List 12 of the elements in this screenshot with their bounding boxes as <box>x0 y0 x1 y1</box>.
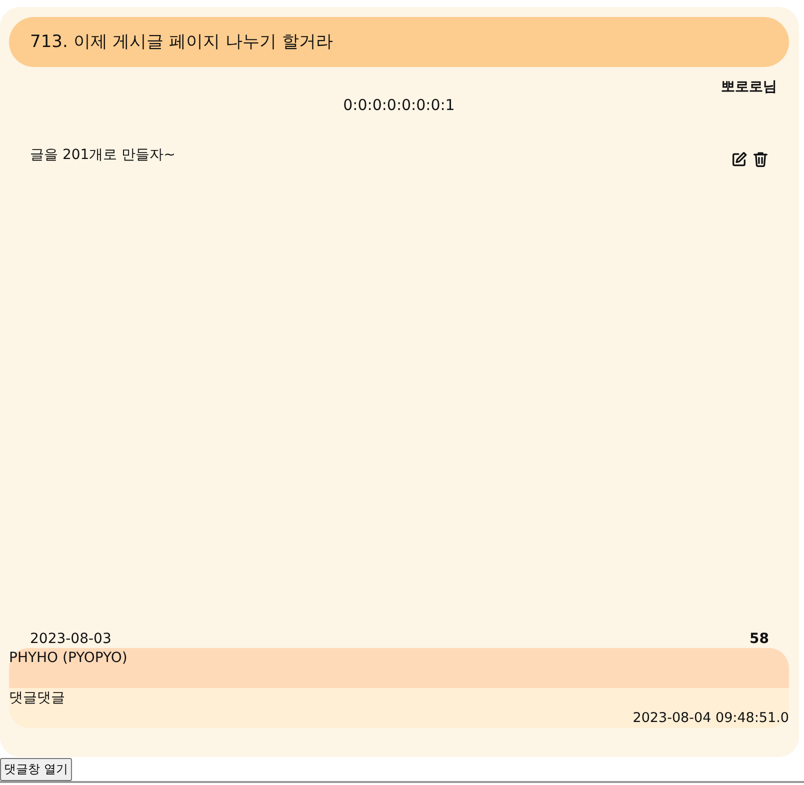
comment-date: 2023-08-04 09:48:51.0 <box>632 709 789 728</box>
comment-text: 댓글댓글 <box>9 689 65 708</box>
post-title: 713. 이제 게시글 페이지 나누기 할거라 <box>9 17 789 67</box>
edit-icon[interactable] <box>732 152 747 167</box>
post-date: 2023-08-03 <box>30 630 112 648</box>
post-content: 글을 201개로 만들자~ <box>30 146 176 164</box>
post-ip-address: 0:0:0:0:0:0:0:1 <box>342 96 456 114</box>
post-author: 뽀로로님 <box>720 78 778 96</box>
open-comments-button[interactable]: 댓글창 열기 <box>0 758 72 781</box>
comment-author: PHYHO (PYOPYO) <box>9 648 789 688</box>
trash-icon[interactable] <box>753 152 768 167</box>
post-count: 58 <box>750 630 769 648</box>
